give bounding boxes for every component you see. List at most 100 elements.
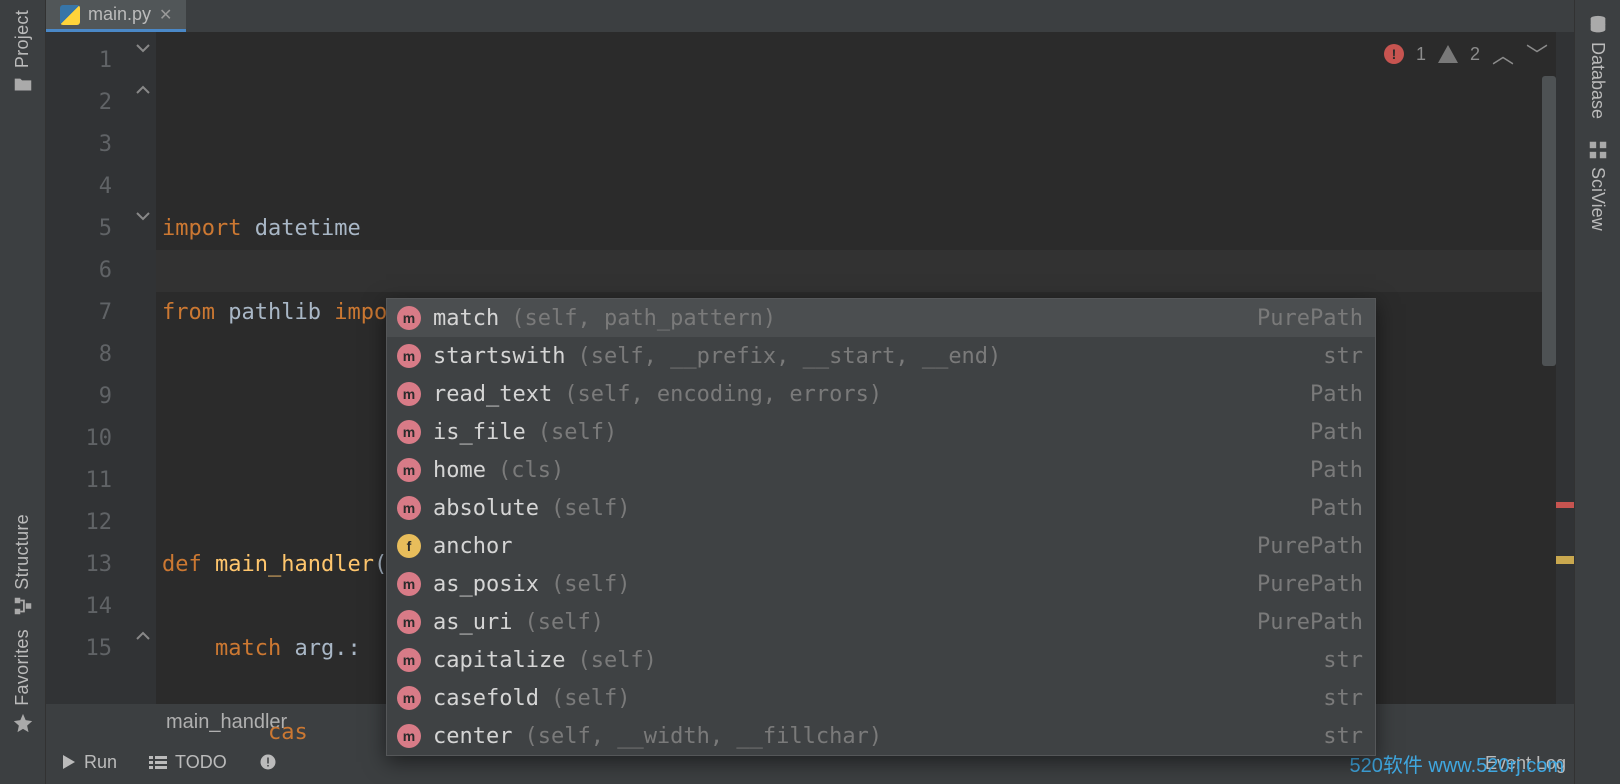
completion-signature: (self) (551, 686, 630, 711)
sidebar-structure-tool[interactable]: Structure (12, 508, 34, 624)
folder-icon (12, 74, 34, 96)
autocomplete-item[interactable]: mread_text(self, encoding, errors)Path (387, 375, 1375, 413)
alert-circle-icon (259, 753, 277, 771)
right-tool-sidebar: Database SciView (1574, 0, 1620, 784)
completion-signature: (self) (538, 420, 617, 445)
autocomplete-popup[interactable]: mmatch(self, path_pattern)PurePathmstart… (386, 298, 1376, 756)
completion-name: absolute (433, 496, 539, 521)
line-number: 8 (46, 334, 112, 376)
method-icon: m (397, 458, 421, 482)
completion-signature: (self, __prefix, __start, __end) (577, 344, 1001, 369)
line-number: 12 (46, 502, 112, 544)
python-file-icon (60, 5, 80, 25)
autocomplete-item[interactable]: mis_file(self)Path (387, 413, 1375, 451)
inspection-results[interactable]: ! 1 2 ︿ ﹀ (1384, 38, 1548, 70)
autocomplete-item[interactable]: m absolute (self) Path (387, 489, 1375, 527)
run-tool-button[interactable]: Run (62, 752, 117, 773)
autocomplete-item[interactable]: m startswith (self, __prefix, __start, __e… (387, 337, 1375, 375)
completion-type: Path (1310, 420, 1363, 445)
line-number: 10 (46, 418, 112, 460)
completion-signature: (self) (524, 610, 603, 635)
line-number: 11 (46, 460, 112, 502)
completion-name: startswith (433, 344, 565, 369)
completion-name: center (433, 724, 512, 749)
chevron-down-icon[interactable]: ﹀ (1526, 38, 1548, 70)
fold-handle-icon[interactable] (134, 630, 152, 642)
completion-type: PurePath (1257, 610, 1363, 635)
list-icon (149, 755, 167, 769)
completion-type: Path (1310, 458, 1363, 483)
fold-handle-icon[interactable] (134, 210, 152, 222)
field-icon: f (397, 534, 421, 558)
autocomplete-item[interactable]: mcasefold(self)str (387, 679, 1375, 717)
completion-type: Path (1310, 382, 1363, 407)
line-number: 5 (46, 208, 112, 250)
structure-icon (12, 595, 34, 617)
editor-tab[interactable]: main.py ✕ (46, 0, 186, 32)
completion-name: home (433, 458, 486, 483)
completion-signature: (self, path_pattern) (511, 306, 776, 331)
completion-type: str (1323, 344, 1363, 369)
completion-name: capitalize (433, 648, 565, 673)
tab-filename: main.py (88, 4, 151, 25)
method-icon: m (397, 344, 421, 368)
method-icon: m (397, 306, 421, 330)
completion-signature: (self) (551, 496, 630, 521)
line-number: 3 (46, 124, 112, 166)
chevron-up-icon[interactable]: ︿ (1492, 38, 1514, 70)
autocomplete-item[interactable]: mcenter (self, __width, __fillchar) str (387, 717, 1375, 755)
method-icon: m (397, 420, 421, 444)
autocomplete-item[interactable]: mas_posix(self)PurePath (387, 565, 1375, 603)
completion-type: str (1323, 724, 1363, 749)
completion-signature: (self, encoding, errors) (564, 382, 882, 407)
line-number: 15 (46, 628, 112, 670)
method-icon: m (397, 724, 421, 748)
fold-handle-icon[interactable] (134, 42, 152, 54)
completion-type: str (1323, 648, 1363, 673)
error-icon: ! (1384, 44, 1404, 64)
completion-name: match (433, 306, 499, 331)
completion-type: PurePath (1257, 572, 1363, 597)
sidebar-database-tool[interactable]: Database (1587, 4, 1609, 129)
warning-count: 2 (1470, 44, 1480, 65)
todo-tool-button[interactable]: TODO (149, 752, 227, 773)
fold-gutter (134, 32, 156, 740)
sidebar-label: Database (1587, 42, 1608, 119)
completion-name: casefold (433, 686, 539, 711)
completion-signature: (cls) (498, 458, 564, 483)
autocomplete-item[interactable]: m capitalize (self) str (387, 641, 1375, 679)
autocomplete-item[interactable]: fanchor PurePath (387, 527, 1375, 565)
completion-signature: (self) (551, 572, 630, 597)
close-icon[interactable]: ✕ (159, 5, 172, 25)
line-number: 9 (46, 376, 112, 418)
completion-type: Path (1310, 496, 1363, 521)
autocomplete-item[interactable]: mmatch(self, path_pattern)PurePath (387, 299, 1375, 337)
autocomplete-item[interactable]: m as_uri (self) PurePath (387, 603, 1375, 641)
completion-type: PurePath (1257, 534, 1363, 559)
completion-name: as_posix (433, 572, 539, 597)
method-icon: m (397, 610, 421, 634)
sidebar-favorites-tool[interactable]: Favorites (12, 623, 34, 740)
error-count: 1 (1416, 44, 1426, 65)
sidebar-sciview-tool[interactable]: SciView (1587, 129, 1609, 241)
line-number-gutter: 123456789101112131415 (46, 32, 134, 740)
star-icon (12, 712, 34, 734)
event-log-button[interactable]: Event Log (1485, 753, 1566, 774)
fold-handle-icon[interactable] (134, 84, 152, 96)
sidebar-label: Structure (12, 514, 33, 590)
completion-signature: (self, __width, __fillchar) (524, 724, 882, 749)
play-icon (62, 754, 76, 770)
completion-signature: (self) (577, 648, 656, 673)
problems-tool-button[interactable] (259, 753, 277, 771)
sidebar-project-tool[interactable]: Project (12, 4, 34, 102)
grid-icon (1587, 139, 1609, 161)
line-number: 4 (46, 166, 112, 208)
run-label: Run (84, 752, 117, 773)
completion-name: anchor (433, 534, 512, 559)
method-icon: m (397, 648, 421, 672)
method-icon: m (397, 496, 421, 520)
line-number: 14 (46, 586, 112, 628)
sidebar-label: Favorites (12, 629, 33, 706)
completion-name: as_uri (433, 610, 512, 635)
autocomplete-item[interactable]: mhome (cls) Path (387, 451, 1375, 489)
